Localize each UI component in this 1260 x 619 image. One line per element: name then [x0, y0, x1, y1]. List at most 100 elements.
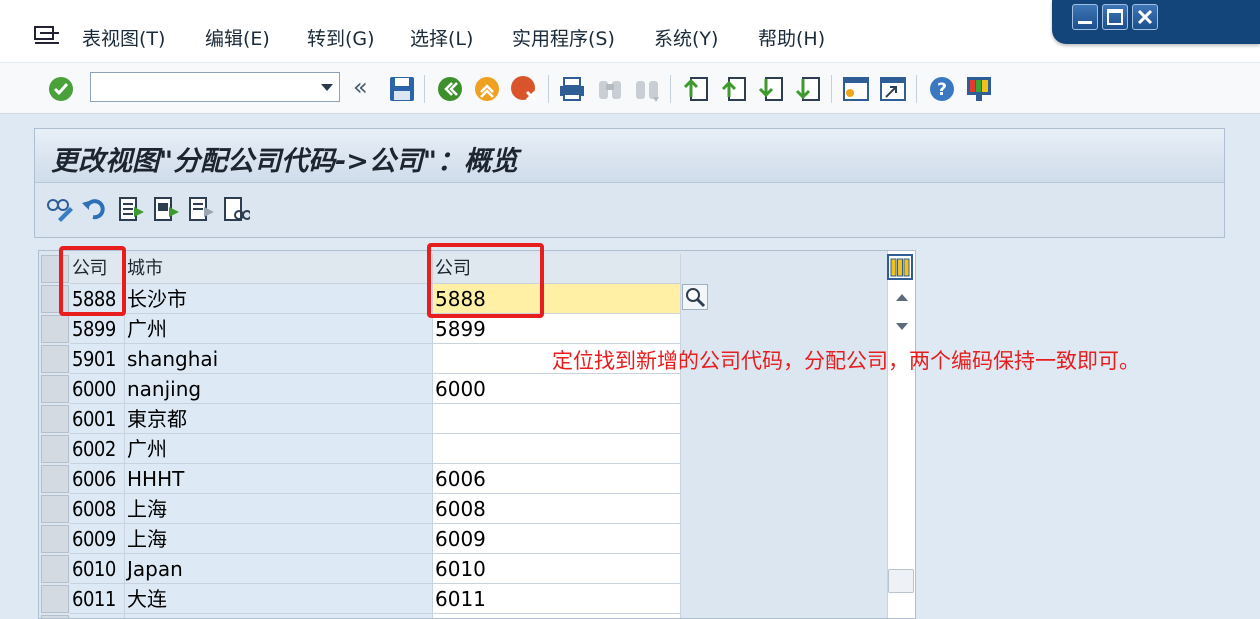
column-header-city[interactable]: 城市 — [125, 254, 433, 284]
menu-selection[interactable]: 选择(L) — [410, 24, 473, 51]
cell-company-input[interactable]: 6000 — [433, 374, 681, 404]
undo-icon[interactable] — [81, 195, 109, 223]
customize-layout-icon[interactable] — [965, 75, 993, 103]
cell-company-input[interactable]: 6008 — [433, 494, 681, 524]
row-selector[interactable] — [41, 525, 69, 553]
select-block-icon[interactable] — [152, 195, 180, 223]
svg-text:?: ? — [937, 80, 947, 100]
title-bar: 更改视图"分配公司代码->公司"：概览 — [35, 129, 1224, 183]
cell-city: 上海 — [125, 524, 433, 554]
table-row[interactable]: 6002 广州 — [39, 434, 681, 464]
annotation-note: 定位找到新增的公司代码，分配公司，两个编码保持一致即可。 — [552, 349, 1140, 373]
close-icon — [1137, 9, 1153, 25]
table-row[interactable]: 6001 東京都 — [39, 404, 681, 434]
menu-help[interactable]: 帮助(H) — [758, 24, 825, 51]
print-icon[interactable] — [558, 75, 586, 103]
close-button[interactable] — [1132, 4, 1158, 30]
select-all-cell[interactable] — [41, 255, 69, 283]
menu-table-view[interactable]: 表视图(T) — [82, 24, 165, 51]
table-row[interactable]: 6011 大连 6011 — [39, 584, 681, 614]
row-selector[interactable] — [41, 315, 69, 343]
next-page-icon[interactable] — [757, 75, 785, 103]
row-selector[interactable] — [41, 375, 69, 403]
page-title: 更改视图"分配公司代码->公司"：概览 — [51, 146, 518, 177]
cell-company-input[interactable]: 5899 — [433, 314, 681, 344]
row-selector[interactable] — [41, 345, 69, 373]
shortcut-icon[interactable] — [879, 75, 907, 103]
command-input[interactable] — [91, 73, 313, 99]
row-selector[interactable] — [41, 495, 69, 523]
toolbar-divider — [548, 75, 549, 103]
table-row[interactable]: 6009 上海 6009 — [39, 524, 681, 554]
table-row[interactable]: 5888 长沙市 5888 — [39, 284, 681, 314]
display-change-icon[interactable] — [46, 195, 74, 223]
toolbar-divider — [831, 75, 832, 103]
minimize-button[interactable] — [1072, 4, 1098, 30]
table-row[interactable]: 6008 上海 6008 — [39, 494, 681, 524]
collapse-back-icon[interactable]: « — [353, 73, 368, 101]
row-selector[interactable] — [41, 285, 69, 313]
cell-company-input[interactable]: 6006 — [433, 464, 681, 494]
table-row[interactable]: 5899 广州 5899 — [39, 314, 681, 344]
find-icon[interactable] — [596, 75, 624, 103]
row-selector[interactable] — [41, 615, 69, 618]
cell-city: Japan — [125, 554, 433, 584]
window-controls — [1052, 0, 1260, 44]
table-row[interactable] — [39, 614, 681, 618]
scrollbar-thumb[interactable] — [888, 569, 914, 593]
system-menu-icon[interactable] — [34, 24, 60, 46]
row-selector[interactable] — [41, 465, 69, 493]
table-row[interactable]: 6000 nanjing 6000 — [39, 374, 681, 404]
scroll-down-icon[interactable] — [896, 323, 908, 330]
cell-company-input[interactable] — [433, 434, 681, 464]
menu-system[interactable]: 系统(Y) — [654, 24, 718, 51]
table-settings-icon[interactable] — [887, 254, 913, 280]
menu-edit[interactable]: 编辑(E) — [205, 24, 270, 51]
cell-company-input[interactable]: 6011 — [433, 584, 681, 614]
enter-check-icon[interactable] — [47, 75, 75, 103]
last-page-icon[interactable] — [794, 75, 822, 103]
cell-company-code: 6010 — [70, 554, 125, 584]
chevron-down-icon[interactable] — [321, 84, 333, 91]
cancel-icon[interactable] — [510, 75, 538, 103]
standard-toolbar: « ? — [0, 62, 1260, 114]
value-help-button[interactable] — [682, 284, 708, 310]
cell-company-input[interactable] — [433, 404, 681, 434]
row-selector[interactable] — [41, 555, 69, 583]
previous-page-icon[interactable] — [720, 75, 748, 103]
cell-company-input[interactable]: 5888 — [433, 284, 681, 314]
print-field-list-icon[interactable] — [222, 195, 250, 223]
menu-utilities[interactable]: 实用程序(S) — [512, 24, 615, 51]
column-header-code[interactable]: 公司 — [70, 254, 125, 284]
cell-city: 上海 — [125, 494, 433, 524]
table-row[interactable]: 6006 HHHT 6006 — [39, 464, 681, 494]
maximize-icon — [1107, 9, 1123, 25]
column-header-company[interactable]: 公司 — [433, 254, 681, 284]
menu-goto[interactable]: 转到(G) — [307, 24, 375, 51]
row-selector[interactable] — [41, 435, 69, 463]
maximize-button[interactable] — [1102, 4, 1128, 30]
select-all-icon[interactable] — [117, 195, 145, 223]
row-selector[interactable] — [41, 405, 69, 433]
scroll-up-icon[interactable] — [896, 294, 908, 301]
find-next-icon[interactable] — [633, 75, 661, 103]
cell-company-input[interactable]: 6010 — [433, 554, 681, 584]
help-icon[interactable]: ? — [928, 75, 956, 103]
deselect-all-icon[interactable] — [187, 195, 215, 223]
exit-icon[interactable] — [473, 75, 501, 103]
command-field[interactable] — [90, 72, 340, 102]
cell-city: HHHT — [125, 464, 433, 494]
save-icon[interactable] — [388, 75, 416, 103]
cell-company-input[interactable] — [433, 614, 681, 618]
cell-city: 大连 — [125, 584, 433, 614]
table-row[interactable]: 6010 Japan 6010 — [39, 554, 681, 584]
cell-company-code — [70, 614, 125, 618]
cell-city: 東京都 — [125, 404, 433, 434]
back-icon[interactable] — [436, 75, 464, 103]
cell-company-input[interactable]: 6009 — [433, 524, 681, 554]
vertical-scrollbar[interactable] — [887, 251, 915, 618]
create-session-icon[interactable] — [842, 75, 870, 103]
first-page-icon[interactable] — [682, 75, 710, 103]
magnifier-icon — [686, 288, 706, 308]
row-selector[interactable] — [41, 585, 69, 613]
